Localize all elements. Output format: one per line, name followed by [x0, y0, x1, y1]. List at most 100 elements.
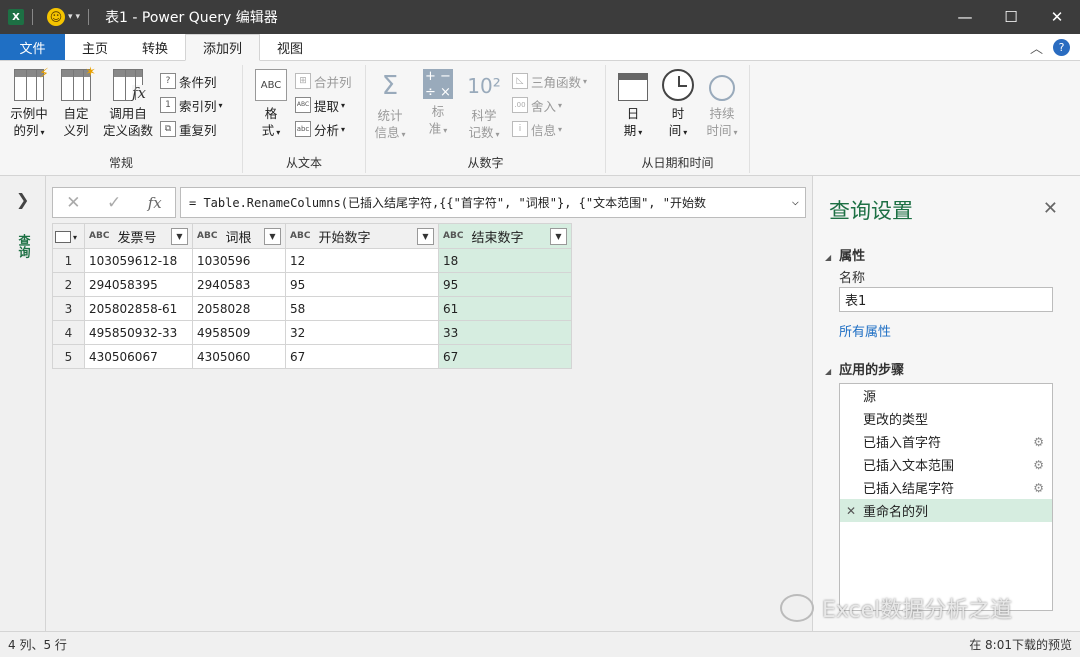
- table-cell[interactable]: 2058028: [192, 296, 286, 321]
- table-cell[interactable]: 18: [438, 248, 572, 273]
- collapse-ribbon-icon[interactable]: ︿: [1030, 38, 1043, 57]
- step-item[interactable]: 已插入文本范围 ⚙: [840, 453, 1052, 476]
- column-header-root[interactable]: ABC 词根 ▼: [192, 223, 286, 249]
- rounding-icon: .00: [512, 97, 528, 113]
- table-cell[interactable]: 32: [285, 320, 439, 345]
- table-cell[interactable]: 294058395: [84, 272, 193, 297]
- invoke-custom-function-button[interactable]: fx 调用自 定义函数: [100, 69, 156, 139]
- table-cell[interactable]: 95: [438, 272, 572, 297]
- table-cell[interactable]: 2940583: [192, 272, 286, 297]
- extract-button[interactable]: ABC 提取 ▾: [295, 95, 345, 115]
- group-label-from-number: 从数字: [467, 156, 504, 170]
- table-cell[interactable]: 61: [438, 296, 572, 321]
- queries-pane-collapsed: ❯ 查询: [0, 176, 46, 631]
- text-type-icon[interactable]: ABC: [197, 231, 217, 241]
- filter-dropdown-icon[interactable]: ▼: [171, 227, 188, 245]
- clock-icon: [662, 69, 694, 101]
- row-number[interactable]: 4: [52, 320, 85, 345]
- rounding-button[interactable]: .00 舍入 ▾: [512, 95, 562, 115]
- table-cell[interactable]: 12: [285, 248, 439, 273]
- duration-button[interactable]: 持续 时间 ▾: [704, 69, 740, 141]
- column-header-invoice[interactable]: ABC 发票号 ▼: [84, 223, 193, 249]
- query-name-input[interactable]: 表1: [839, 287, 1053, 312]
- row-number[interactable]: 1: [52, 248, 85, 273]
- close-button[interactable]: ✕: [1034, 0, 1080, 34]
- text-type-icon[interactable]: ABC: [89, 231, 109, 241]
- information-button[interactable]: i 信息 ▾: [512, 119, 562, 139]
- table-cell[interactable]: 205802858-61: [84, 296, 193, 321]
- table-cell[interactable]: 1030596: [192, 248, 286, 273]
- minimize-button[interactable]: —: [942, 0, 988, 34]
- step-item-selected[interactable]: ✕ 重命名的列: [840, 499, 1052, 522]
- tab-view[interactable]: 视图: [260, 34, 320, 60]
- table-cell[interactable]: 495850932-33: [84, 320, 193, 345]
- parse-button[interactable]: abc 分析 ▾: [295, 119, 345, 139]
- conditional-column-button[interactable]: ? 条件列: [160, 71, 217, 91]
- data-preview-grid: ▾ ABC 发票号 ▼ ABC 词根 ▼ ABC 开始数字 ▼ ABC 结束数字 ▼ 1 103…: [52, 223, 572, 369]
- step-settings-gear-icon[interactable]: ⚙: [1033, 458, 1044, 472]
- quick-access-menu-icon[interactable]: ▾: [76, 12, 81, 22]
- date-button[interactable]: 日 期 ▾: [616, 69, 650, 141]
- table-cell[interactable]: 4305060: [192, 344, 286, 369]
- fx-icon[interactable]: fx: [148, 194, 162, 212]
- filter-dropdown-icon[interactable]: ▼: [417, 227, 434, 245]
- table-cell[interactable]: 4958509: [192, 320, 286, 345]
- expand-queries-chevron-icon[interactable]: ❯: [16, 190, 29, 209]
- tab-file[interactable]: 文件: [0, 34, 65, 60]
- queries-pane-label[interactable]: 查询: [16, 234, 33, 258]
- table-cell[interactable]: 103059612-18: [84, 248, 193, 273]
- standard-button[interactable]: + − ÷ × 标 准 ▾: [422, 69, 454, 139]
- close-pane-icon[interactable]: ✕: [1043, 198, 1058, 219]
- properties-header[interactable]: 属性: [825, 245, 865, 264]
- text-type-icon[interactable]: ABC: [443, 231, 463, 241]
- table-cell[interactable]: 95: [285, 272, 439, 297]
- applied-steps-header[interactable]: 应用的步骤: [825, 359, 904, 378]
- smiley-feedback-icon[interactable]: ☺: [47, 8, 65, 26]
- scientific-button[interactable]: 10² 科学 记数 ▾: [466, 69, 502, 143]
- example-column-button[interactable]: ⚡ 示例中 的列 ▾: [6, 66, 52, 141]
- watermark-text: Excel数据分析之道: [822, 598, 1013, 623]
- column-header-start-number[interactable]: ABC 开始数字 ▼: [285, 223, 439, 249]
- table-cell[interactable]: 33: [438, 320, 572, 345]
- column-header-end-number[interactable]: ABC 结束数字 ▼: [438, 223, 572, 249]
- row-number[interactable]: 5: [52, 344, 85, 369]
- custom-column-button[interactable]: ✶ 自定 义列: [58, 65, 96, 139]
- merge-columns-button[interactable]: ⊞ 合并列: [295, 71, 352, 91]
- index-column-button[interactable]: 1 索引列 ▾: [160, 95, 223, 115]
- tab-transform[interactable]: 转换: [125, 34, 185, 60]
- row-number[interactable]: 3: [52, 296, 85, 321]
- table-cell[interactable]: 430506067: [84, 344, 193, 369]
- confirm-formula-icon[interactable]: ✓: [107, 193, 121, 213]
- tab-home[interactable]: 主页: [65, 34, 125, 60]
- table-cell[interactable]: 67: [285, 344, 439, 369]
- filter-dropdown-icon[interactable]: ▼: [264, 227, 281, 245]
- step-item[interactable]: 已插入结尾字符 ⚙: [840, 476, 1052, 499]
- step-item[interactable]: 已插入首字符 ⚙: [840, 430, 1052, 453]
- delete-step-icon[interactable]: ✕: [846, 504, 856, 518]
- text-type-icon[interactable]: ABC: [290, 231, 310, 241]
- row-number[interactable]: 2: [52, 272, 85, 297]
- filter-dropdown-icon[interactable]: ▼: [550, 227, 567, 245]
- step-settings-gear-icon[interactable]: ⚙: [1033, 481, 1044, 495]
- time-button[interactable]: 时 间 ▾: [660, 69, 696, 141]
- duplicate-column-button[interactable]: ⧉ 重复列: [160, 119, 217, 139]
- step-item[interactable]: 源: [840, 384, 1052, 407]
- format-button[interactable]: ABC 格 式 ▾: [251, 69, 291, 141]
- trigonometry-button[interactable]: ◺ 三角函数 ▾: [512, 71, 587, 91]
- status-column-row-count: 4 列、5 行: [8, 638, 67, 652]
- statistics-button[interactable]: Σ 统计 信息 ▾: [372, 69, 408, 143]
- table-cell[interactable]: 58: [285, 296, 439, 321]
- help-icon[interactable]: ?: [1053, 38, 1070, 56]
- table-corner-menu[interactable]: ▾: [52, 223, 85, 249]
- quick-access-chevron-icon[interactable]: ▾: [68, 12, 73, 22]
- all-properties-link[interactable]: 所有属性: [839, 321, 891, 340]
- step-item[interactable]: 更改的类型: [840, 407, 1052, 430]
- status-preview-time: 在 8:01下载的预览: [969, 638, 1072, 652]
- table-cell[interactable]: 67: [438, 344, 572, 369]
- tab-add-column[interactable]: 添加列: [185, 34, 261, 61]
- maximize-button[interactable]: ☐: [988, 0, 1034, 34]
- formula-bar[interactable]: = Table.RenameColumns(已插入结尾字符,{{"首字符", "…: [180, 187, 806, 218]
- step-settings-gear-icon[interactable]: ⚙: [1033, 435, 1044, 449]
- cancel-formula-icon[interactable]: ✕: [66, 193, 80, 213]
- formula-expand-chevron-icon[interactable]: ⌵: [792, 194, 799, 208]
